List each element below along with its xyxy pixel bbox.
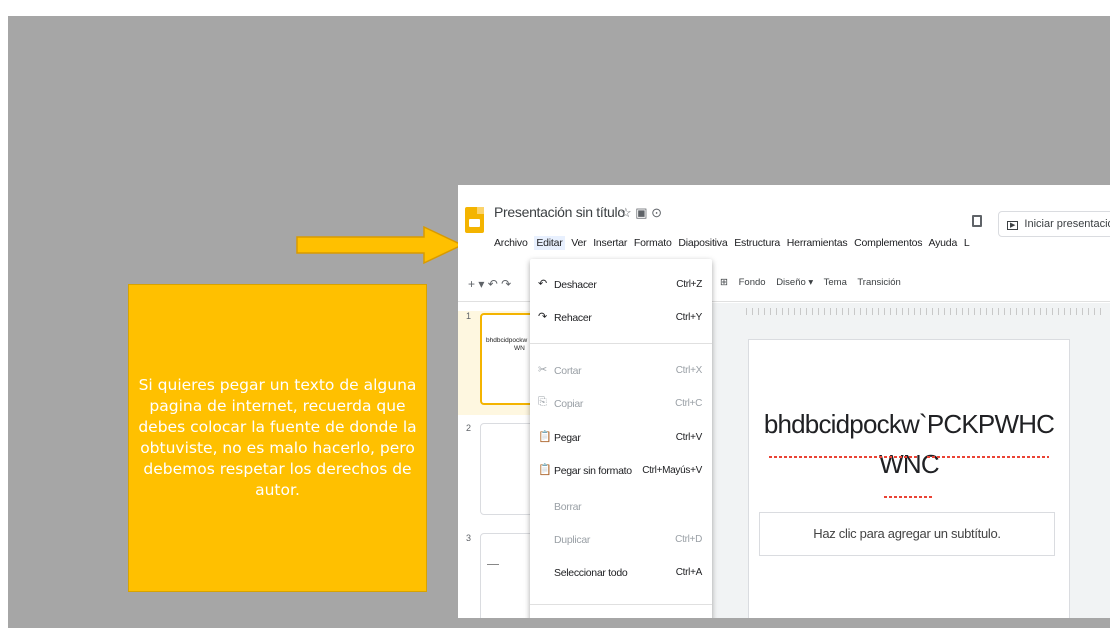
clipboard-text-icon: 📋 [538,464,552,476]
info-note-text: Si quieres pegar un texto de alguna pagi… [138,376,417,499]
menu-herramientas[interactable]: Herramientas [787,237,848,249]
menu-item-cut[interactable]: ✂ Cortar Ctrl+X [530,363,712,383]
menu-complementos[interactable]: Complementos [854,237,922,249]
copy-icon: ⎘ [538,396,547,408]
start-presentation-label: Iniciar presentación [1024,218,1110,230]
play-icon: ▶ [1007,221,1019,230]
thumbnail-text: bhdbcidpockw WN [486,337,528,352]
spellcheck-underline [927,456,1049,458]
info-note-box: Si quieres pegar un texto de alguna pagi… [128,284,427,592]
menu-separator [530,604,712,605]
clipboard-icon: 📋 [538,431,552,443]
background-button[interactable]: Fondo [739,277,766,288]
slide-number: 3 [466,533,472,543]
scissors-icon: ✂ [538,364,547,376]
star-folder-cloud-icons[interactable]: ☆ ▣ ⊙ [620,205,662,221]
toolbar-slide-options: ⊞ Fondo Diseño ▾ Tema Transición [720,277,909,288]
menu-separator [530,343,712,344]
menu-item-duplicate[interactable]: Duplicar Ctrl+D [530,532,712,552]
menu-estructura[interactable]: Estructura [734,237,780,249]
menu-insertar[interactable]: Insertar [593,237,627,249]
redo-icon: ↷ [538,311,547,323]
layout-button[interactable]: Diseño ▾ [776,277,813,288]
menu-ayuda[interactable]: Ayuda [929,237,958,249]
comments-icon[interactable] [972,215,982,227]
menu-last-edit[interactable]: L [964,237,970,249]
menu-item-copy[interactable]: ⎘ Copiar Ctrl+C [530,396,712,416]
spellcheck-underline [884,496,934,498]
thumbnail-line [487,564,499,565]
menu-editar[interactable]: Editar [534,236,565,250]
menu-item-redo[interactable]: ↷ Rehacer Ctrl+Y [530,310,712,330]
menu-item-paste[interactable]: 📋 Pegar Ctrl+V [530,430,712,450]
undo-icon: ↶ [538,278,547,290]
menu-formato[interactable]: Formato [634,237,672,249]
add-box-icon[interactable]: ⊞ [720,277,728,288]
spellcheck-underline [769,456,919,458]
transition-button[interactable]: Transición [857,277,900,288]
slide-number: 1 [466,311,472,321]
slide-title-line-1: bhdbcidpockw`PCKPWHC [763,409,1055,439]
edit-dropdown-menu: ↶ Deshacer Ctrl+Z ↷ Rehacer Ctrl+Y ✂ Cor… [530,259,712,618]
slide-title-line-2: WNC [879,449,939,479]
menu-item-paste-without-format[interactable]: 📋 Pegar sin formato Ctrl+Mayús+V [530,463,712,483]
toolbar-new-undo-redo[interactable]: + ▾ ↶ ↷ [468,277,511,291]
menu-archivo[interactable]: Archivo [494,237,528,249]
menu-item-delete[interactable]: Borrar [530,499,712,519]
menu-diapositiva[interactable]: Diapositiva [678,237,727,249]
menu-item-undo[interactable]: ↶ Deshacer Ctrl+Z [530,277,712,297]
subtitle-placeholder[interactable]: Haz clic para agregar un subtítulo. [759,512,1055,556]
document-title[interactable]: Presentación sin título [494,204,625,220]
theme-button[interactable]: Tema [824,277,847,288]
slide-number: 2 [466,423,472,433]
slides-logo-icon [465,207,484,233]
slides-screenshot: Presentación sin título ☆ ▣ ⊙ Archivo Ed… [458,185,1110,618]
slide-title[interactable]: bhdbcidpockw`PCKPWHC WNC [749,404,1069,484]
start-presentation-button[interactable]: ▶ Iniciar presentación [998,211,1110,237]
ruler [746,308,1106,315]
menu-bar: Archivo Editar Ver Insertar Formato Diap… [494,236,973,250]
slide-canvas[interactable]: bhdbcidpockw`PCKPWHC WNC Haz clic para a… [748,339,1070,618]
arrow-pointer-icon [296,225,464,265]
menu-ver[interactable]: Ver [571,237,586,249]
menu-item-select-all[interactable]: Seleccionar todo Ctrl+A [530,565,712,585]
slide-filmstrip: 1 bhdbcidpockw WN 2 3 [458,303,540,618]
